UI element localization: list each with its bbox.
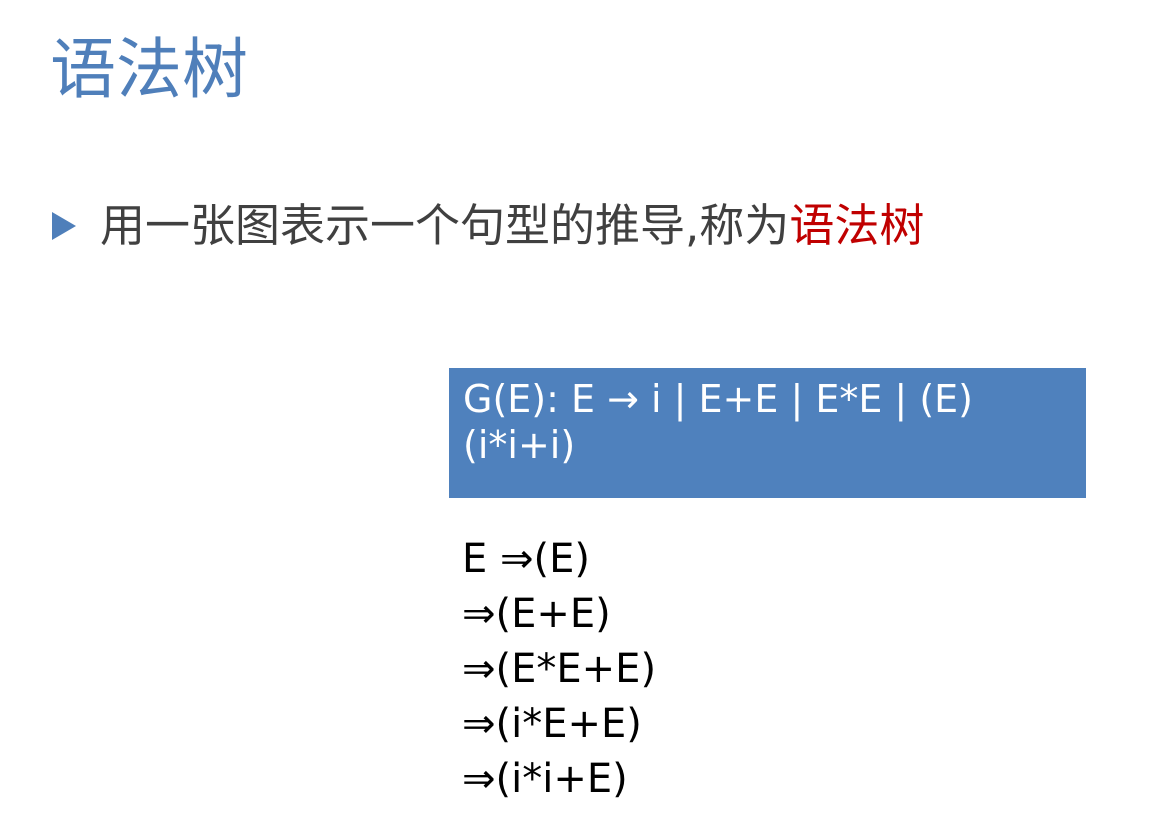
grammar-sentence: (i*i+i): [463, 423, 576, 467]
derivation-steps: E ⇒(E) ⇒(E+E) ⇒(E*E+E) ⇒(i*E+E) ⇒(i*i+E): [462, 532, 656, 807]
triangle-right-icon: [52, 212, 76, 240]
derivation-step: ⇒(E+E): [462, 591, 611, 637]
derivation-step: ⇒(i*E+E): [462, 701, 642, 747]
derivation-step: ⇒(i*i+E): [462, 756, 628, 802]
bullet-highlight-term: 语法树: [789, 199, 925, 252]
bullet-point: 用一张图表示一个句型的推导,称为 语法树: [52, 194, 924, 258]
derivation-step: E ⇒(E): [462, 536, 590, 582]
bullet-text: 用一张图表示一个句型的推导,称为: [100, 199, 790, 252]
grammar-production: G(E): E → i | E+E | E*E | (E): [463, 377, 973, 421]
grammar-definition-box: G(E): E → i | E+E | E*E | (E) (i*i+i): [449, 368, 1086, 498]
derivation-step: ⇒(E*E+E): [462, 646, 657, 692]
slide-title: 语法树: [50, 31, 248, 108]
